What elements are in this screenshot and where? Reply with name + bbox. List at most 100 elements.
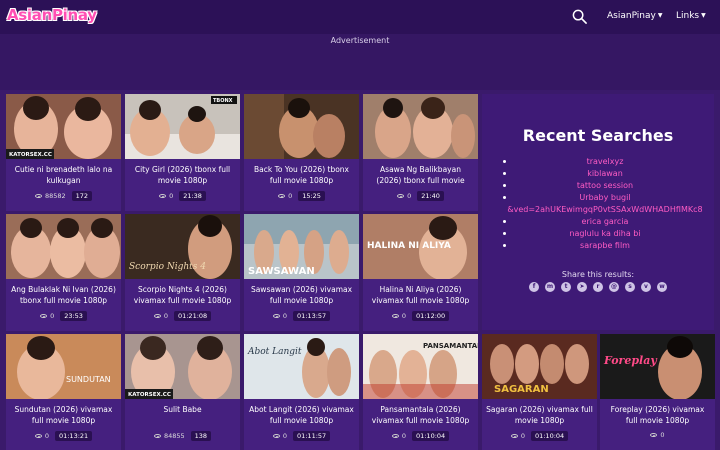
recent-search-link[interactable]: travelxyz — [500, 156, 710, 168]
video-title[interactable]: Scorpio Nights 4 (2026) vivamax full mov… — [129, 284, 236, 306]
eye-icon — [650, 433, 658, 437]
twitter-icon[interactable]: t — [561, 282, 571, 292]
video-title[interactable]: Asawa Ng Balikbayan (2026) tbonx full mo… — [367, 164, 474, 186]
video-stats: 0 21:38 — [125, 191, 240, 201]
video-stats: 0 01:10:04 — [482, 431, 597, 441]
viber-icon[interactable]: v — [641, 282, 651, 292]
video-card[interactable]: SAGARAN Sagaran (2026) vivamax full movi… — [482, 334, 597, 450]
video-stats: 0 01:13:57 — [244, 311, 359, 321]
video-title[interactable]: Sawsawan (2026) vivamax full movie 1080p — [248, 284, 355, 306]
messenger-icon[interactable]: m — [545, 282, 555, 292]
video-thumbnail[interactable]: Abot Langit — [244, 334, 359, 399]
recent-search-link[interactable]: kiblawan — [500, 168, 710, 180]
video-thumbnail[interactable] — [244, 94, 359, 159]
email-icon[interactable]: @ — [609, 282, 619, 292]
recent-search-link[interactable]: sarapbe film — [500, 240, 710, 252]
svg-text:SUNDUTAN: SUNDUTAN — [66, 375, 111, 384]
eye-icon — [391, 314, 399, 318]
caret-down-icon: ▼ — [701, 12, 706, 19]
svg-text:TBONX: TBONX — [213, 98, 233, 104]
video-thumbnail[interactable]: SUNDUTAN — [6, 334, 121, 399]
video-thumbnail[interactable]: Scorpio Nights 4 — [125, 214, 240, 279]
video-title[interactable]: Sagaran (2026) vivamax full movie 1080p — [486, 404, 593, 426]
svg-text:Scorpio Nights 4: Scorpio Nights 4 — [129, 262, 206, 272]
video-title[interactable]: Abot Langit (2026) vivamax full movie 10… — [248, 404, 355, 426]
duration-badge: 21:40 — [417, 191, 444, 201]
video-title[interactable]: Pansamantala (2026) vivamax full movie 1… — [367, 404, 474, 426]
video-thumbnail[interactable]: PANSAMANTALA — [363, 334, 478, 399]
eye-icon — [391, 434, 399, 438]
search-icon[interactable] — [572, 9, 587, 24]
recent-search-link[interactable]: Urbaby bugil — [500, 192, 710, 204]
video-card[interactable]: SUNDUTAN Sundutan (2026) vivamax full mo… — [6, 334, 121, 450]
video-card[interactable]: SAWSAWAN Sawsawan (2026) vivamax full mo… — [244, 214, 359, 331]
caret-down-icon: ▼ — [657, 12, 663, 19]
duration-badge: 21:38 — [179, 191, 206, 201]
nav-dropdown-asianpinay[interactable]: AsianPinay ▼ — [607, 11, 662, 21]
whatsapp-icon[interactable]: w — [657, 282, 667, 292]
recent-search-link[interactable]: erica garcia — [500, 216, 710, 228]
video-card[interactable]: Scorpio Nights 4 Scorpio Nights 4 (2026)… — [125, 214, 240, 331]
duration-badge: 15:25 — [298, 191, 325, 201]
duration-badge: 172 — [71, 191, 93, 201]
video-stats: 0 23:53 — [6, 311, 121, 321]
eye-icon — [397, 194, 405, 198]
video-thumbnail[interactable] — [363, 94, 478, 159]
video-stats: 0 01:21:08 — [125, 311, 240, 321]
nav-dropdown-links[interactable]: Links ▼ — [676, 11, 706, 21]
video-thumbnail[interactable]: KATORSEX.CC — [6, 94, 121, 159]
video-card[interactable]: Abot Langit Abot Langit (2026) vivamax f… — [244, 334, 359, 450]
duration-badge: 01:21:08 — [173, 311, 212, 321]
share-label: Share this results: — [561, 270, 635, 279]
video-stats: 0 15:25 — [244, 191, 359, 201]
recent-searches-list: travelxyz kiblawan tattoo session Urbaby… — [500, 156, 710, 252]
video-card[interactable]: Asawa Ng Balikbayan (2026) tbonx full mo… — [363, 94, 478, 211]
video-title[interactable]: Halina Ni Aliya (2026) vivamax full movi… — [367, 284, 474, 306]
video-stats: 0 — [600, 431, 715, 439]
video-title[interactable]: Back To You (2026) tbonx full movie 1080… — [248, 164, 355, 186]
video-thumbnail[interactable]: HALINA NI ALIYA — [363, 214, 478, 279]
eye-icon — [153, 434, 161, 438]
recent-search-link[interactable]: &ved=2ahUKEwimgqP0vtSSAxWdWHADHfIMKc8 — [500, 204, 710, 216]
svg-text:PANSAMANTALA: PANSAMANTALA — [423, 342, 478, 350]
video-thumbnail[interactable]: SAWSAWAN — [244, 214, 359, 279]
duration-badge: 23:53 — [60, 311, 87, 321]
video-thumbnail[interactable]: SAGARAN — [482, 334, 597, 399]
video-card[interactable]: PANSAMANTALA Pansamantala (2026) vivamax… — [363, 334, 478, 450]
video-card[interactable]: KATORSEX.CC Sulit Babe 84855 138 — [125, 334, 240, 450]
skype-icon[interactable]: s — [625, 282, 635, 292]
video-thumbnail[interactable]: KATORSEX.CC — [125, 334, 240, 399]
top-navbar: AsianPinay AsianPinay ▼ Links ▼ — [0, 0, 720, 34]
facebook-icon[interactable]: f — [529, 282, 539, 292]
recent-search-link[interactable]: naglulu ka diha bi — [500, 228, 710, 240]
eye-icon — [153, 314, 161, 318]
video-card[interactable]: Back To You (2026) tbonx full movie 1080… — [244, 94, 359, 211]
video-title[interactable]: Sulit Babe — [129, 404, 236, 415]
video-stats: 0 01:10:04 — [363, 431, 478, 441]
video-title[interactable]: Ang Bulaklak Ni Ivan (2026) tbonx full m… — [10, 284, 117, 306]
video-card[interactable]: Foreplay Foreplay (2026) vivamax full mo… — [600, 334, 715, 450]
video-title[interactable]: Sundutan (2026) vivamax full movie 1080p — [10, 404, 117, 426]
svg-text:Abot Langit: Abot Langit — [247, 347, 302, 357]
video-thumbnail[interactable] — [6, 214, 121, 279]
video-card[interactable]: TBONX City Girl (2026) tbonx full movie … — [125, 94, 240, 211]
video-title[interactable]: Cutie ni brenadeth lalo na kulkugan — [10, 164, 117, 186]
svg-text:SAGARAN: SAGARAN — [494, 384, 549, 395]
video-stats: 0 01:13:21 — [6, 431, 121, 441]
site-logo[interactable]: AsianPinay — [7, 6, 97, 24]
duration-badge: 01:12:00 — [411, 311, 450, 321]
telegram-icon[interactable]: ➤ — [577, 282, 587, 292]
video-title[interactable]: Foreplay (2026) vivamax full movie 1080p — [604, 404, 711, 426]
video-title[interactable]: City Girl (2026) tbonx full movie 1080p — [129, 164, 236, 186]
advertisement-label: Advertisement — [330, 36, 390, 45]
video-card[interactable]: Ang Bulaklak Ni Ivan (2026) tbonx full m… — [6, 214, 121, 331]
video-card[interactable]: HALINA NI ALIYA Halina Ni Aliya (2026) v… — [363, 214, 478, 331]
recent-search-link[interactable]: tattoo session — [500, 180, 710, 192]
eye-icon — [272, 434, 280, 438]
video-thumbnail[interactable]: Foreplay — [600, 334, 715, 399]
recent-searches-title: Recent Searches — [522, 126, 674, 145]
reddit-icon[interactable]: r — [593, 282, 603, 292]
eye-icon — [34, 194, 42, 198]
video-card[interactable]: KATORSEX.CC Cutie ni brenadeth lalo na k… — [6, 94, 121, 211]
video-thumbnail[interactable]: TBONX — [125, 94, 240, 159]
